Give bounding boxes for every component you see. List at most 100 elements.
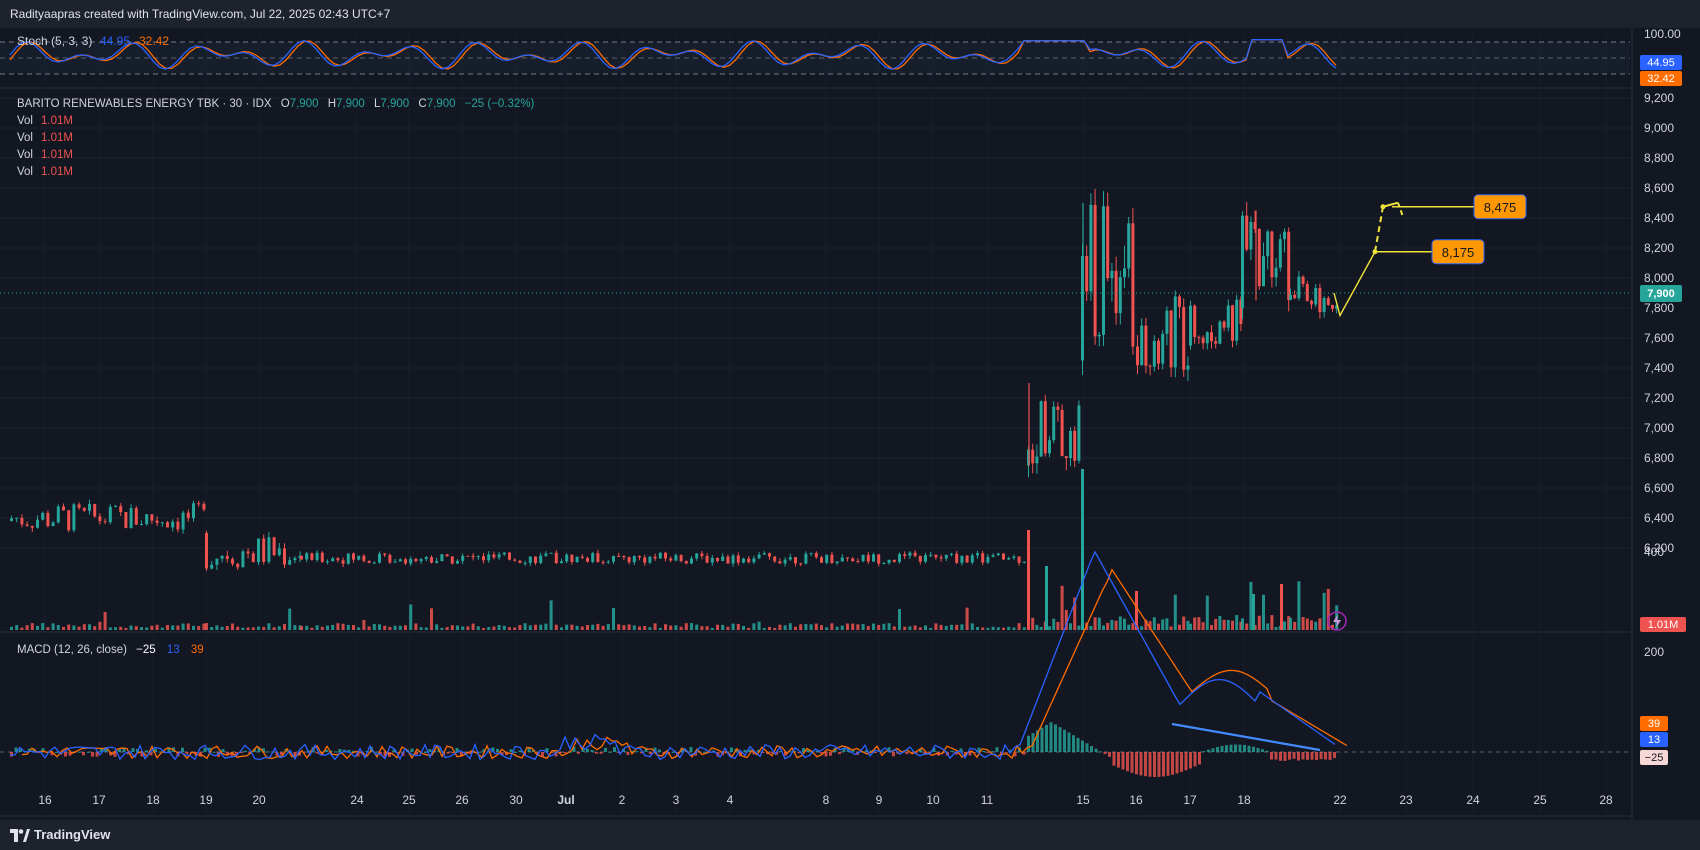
candle-body: [825, 554, 829, 563]
volume-bar: [326, 625, 329, 630]
candle-body: [414, 558, 418, 562]
volume-bar: [679, 626, 683, 630]
candle-body: [341, 560, 345, 564]
macd-histogram-bar: [509, 749, 513, 752]
volume-bar: [430, 608, 433, 630]
volume-bar: [283, 624, 286, 630]
macd-histogram-bar: [1193, 752, 1197, 767]
volume-bar: [1140, 626, 1144, 630]
candle-body: [114, 506, 117, 508]
volume-bar: [549, 600, 553, 630]
macd-histogram-bar: [1162, 752, 1165, 777]
macd-histogram-bar: [1135, 752, 1138, 775]
macd-histogram-bar: [1220, 745, 1224, 752]
volume-bar: [575, 625, 579, 630]
volume-bar: [539, 624, 543, 630]
candle-body: [924, 555, 927, 562]
candle-body: [1093, 204, 1097, 337]
candle-body: [1235, 299, 1239, 341]
chart-area[interactable]: Stoch (5, 3, 3) 44.95 32.42 100.00 44.95…: [0, 28, 1700, 820]
macd-histogram-bar: [334, 751, 337, 753]
macd-histogram-bar: [982, 751, 985, 753]
volume-bar: [192, 625, 195, 630]
candle-body: [246, 551, 250, 554]
macd-histogram-bar: [1108, 752, 1111, 757]
candle-body: [1064, 456, 1068, 459]
macd-histogram-bar: [424, 751, 427, 753]
candle-body: [1131, 223, 1135, 347]
volume-bar: [419, 627, 423, 630]
candle-body: [856, 561, 860, 563]
time-tick-label: 17: [1183, 793, 1197, 807]
volume-bar: [612, 607, 615, 630]
candle-body: [1205, 332, 1209, 344]
candle-body: [1069, 430, 1072, 459]
candle-body: [632, 555, 636, 563]
volume-bar: [591, 624, 595, 630]
volume-bar: [788, 623, 792, 630]
candle-body: [502, 552, 506, 555]
macd-histogram-bar: [613, 747, 616, 752]
candle-body: [1257, 228, 1261, 287]
volume-bar: [398, 625, 402, 630]
volume-bar: [320, 626, 324, 630]
candle-body: [861, 555, 865, 562]
volume-bar: [404, 625, 407, 630]
volume-bar: [424, 627, 428, 630]
candle-body: [892, 559, 896, 562]
volume-bar: [846, 623, 849, 630]
candle-body: [1249, 221, 1253, 250]
volume-bar: [1017, 623, 1021, 630]
volume-bar: [970, 623, 974, 630]
volume-bar: [627, 624, 631, 630]
volume-bar: [523, 623, 527, 630]
volume-bar: [186, 623, 190, 630]
volume-bar: [88, 624, 91, 630]
macd-histogram-bar: [1085, 743, 1089, 752]
macd-signal-badge: 39: [1648, 718, 1660, 730]
time-tick-label: 16: [38, 793, 52, 807]
candle-body: [220, 555, 224, 559]
chart-credit: Radityaapras created with TradingView.co…: [10, 7, 391, 21]
svg-text:1.01M: 1.01M: [41, 132, 73, 144]
macd-histogram-bar: [1090, 746, 1093, 752]
candle-body: [1186, 365, 1190, 370]
macd-histogram-bar: [181, 747, 184, 752]
candle-body: [534, 556, 537, 564]
volume-bar: [731, 623, 735, 630]
candle-body: [1106, 206, 1110, 279]
chart-canvas[interactable]: Stoch (5, 3, 3) 44.95 32.42 100.00 44.95…: [0, 28, 1700, 820]
macd-histogram-bar: [1180, 752, 1183, 772]
volume-bar: [1226, 619, 1230, 630]
volume-bar: [160, 627, 164, 630]
volume-bar: [336, 623, 340, 630]
candle-body: [1136, 346, 1139, 366]
volume-bar: [700, 626, 704, 630]
volume-bar: [140, 627, 143, 630]
candle-body: [466, 555, 470, 557]
macd-histogram-bar: [1265, 750, 1269, 752]
macd-histogram-bar: [1027, 735, 1030, 752]
candle-body: [986, 556, 990, 563]
macd-histogram-bar: [1216, 747, 1219, 752]
volume-spike: [1045, 566, 1048, 630]
volume-bar: [1031, 617, 1035, 630]
macd-histogram-bar: [86, 751, 90, 753]
macd-histogram-bar: [626, 752, 630, 756]
candle-body: [606, 561, 610, 563]
volume-bar: [528, 625, 532, 630]
candle-body: [1310, 300, 1313, 305]
macd-histogram-bar: [1243, 745, 1246, 752]
volume-bar: [383, 625, 387, 630]
candle-body: [445, 554, 449, 557]
macd-histogram-bar: [1211, 748, 1215, 752]
macd-histogram-bar: [635, 751, 639, 753]
volume-bar: [197, 626, 201, 630]
svg-text:1.01M: 1.01M: [41, 166, 73, 178]
volume-bar: [1077, 625, 1081, 630]
volume-bar: [934, 623, 938, 630]
svg-text:1.01M: 1.01M: [41, 149, 73, 161]
candle-body: [1127, 223, 1131, 269]
candle-body: [1283, 231, 1286, 240]
candle-body: [367, 560, 371, 563]
